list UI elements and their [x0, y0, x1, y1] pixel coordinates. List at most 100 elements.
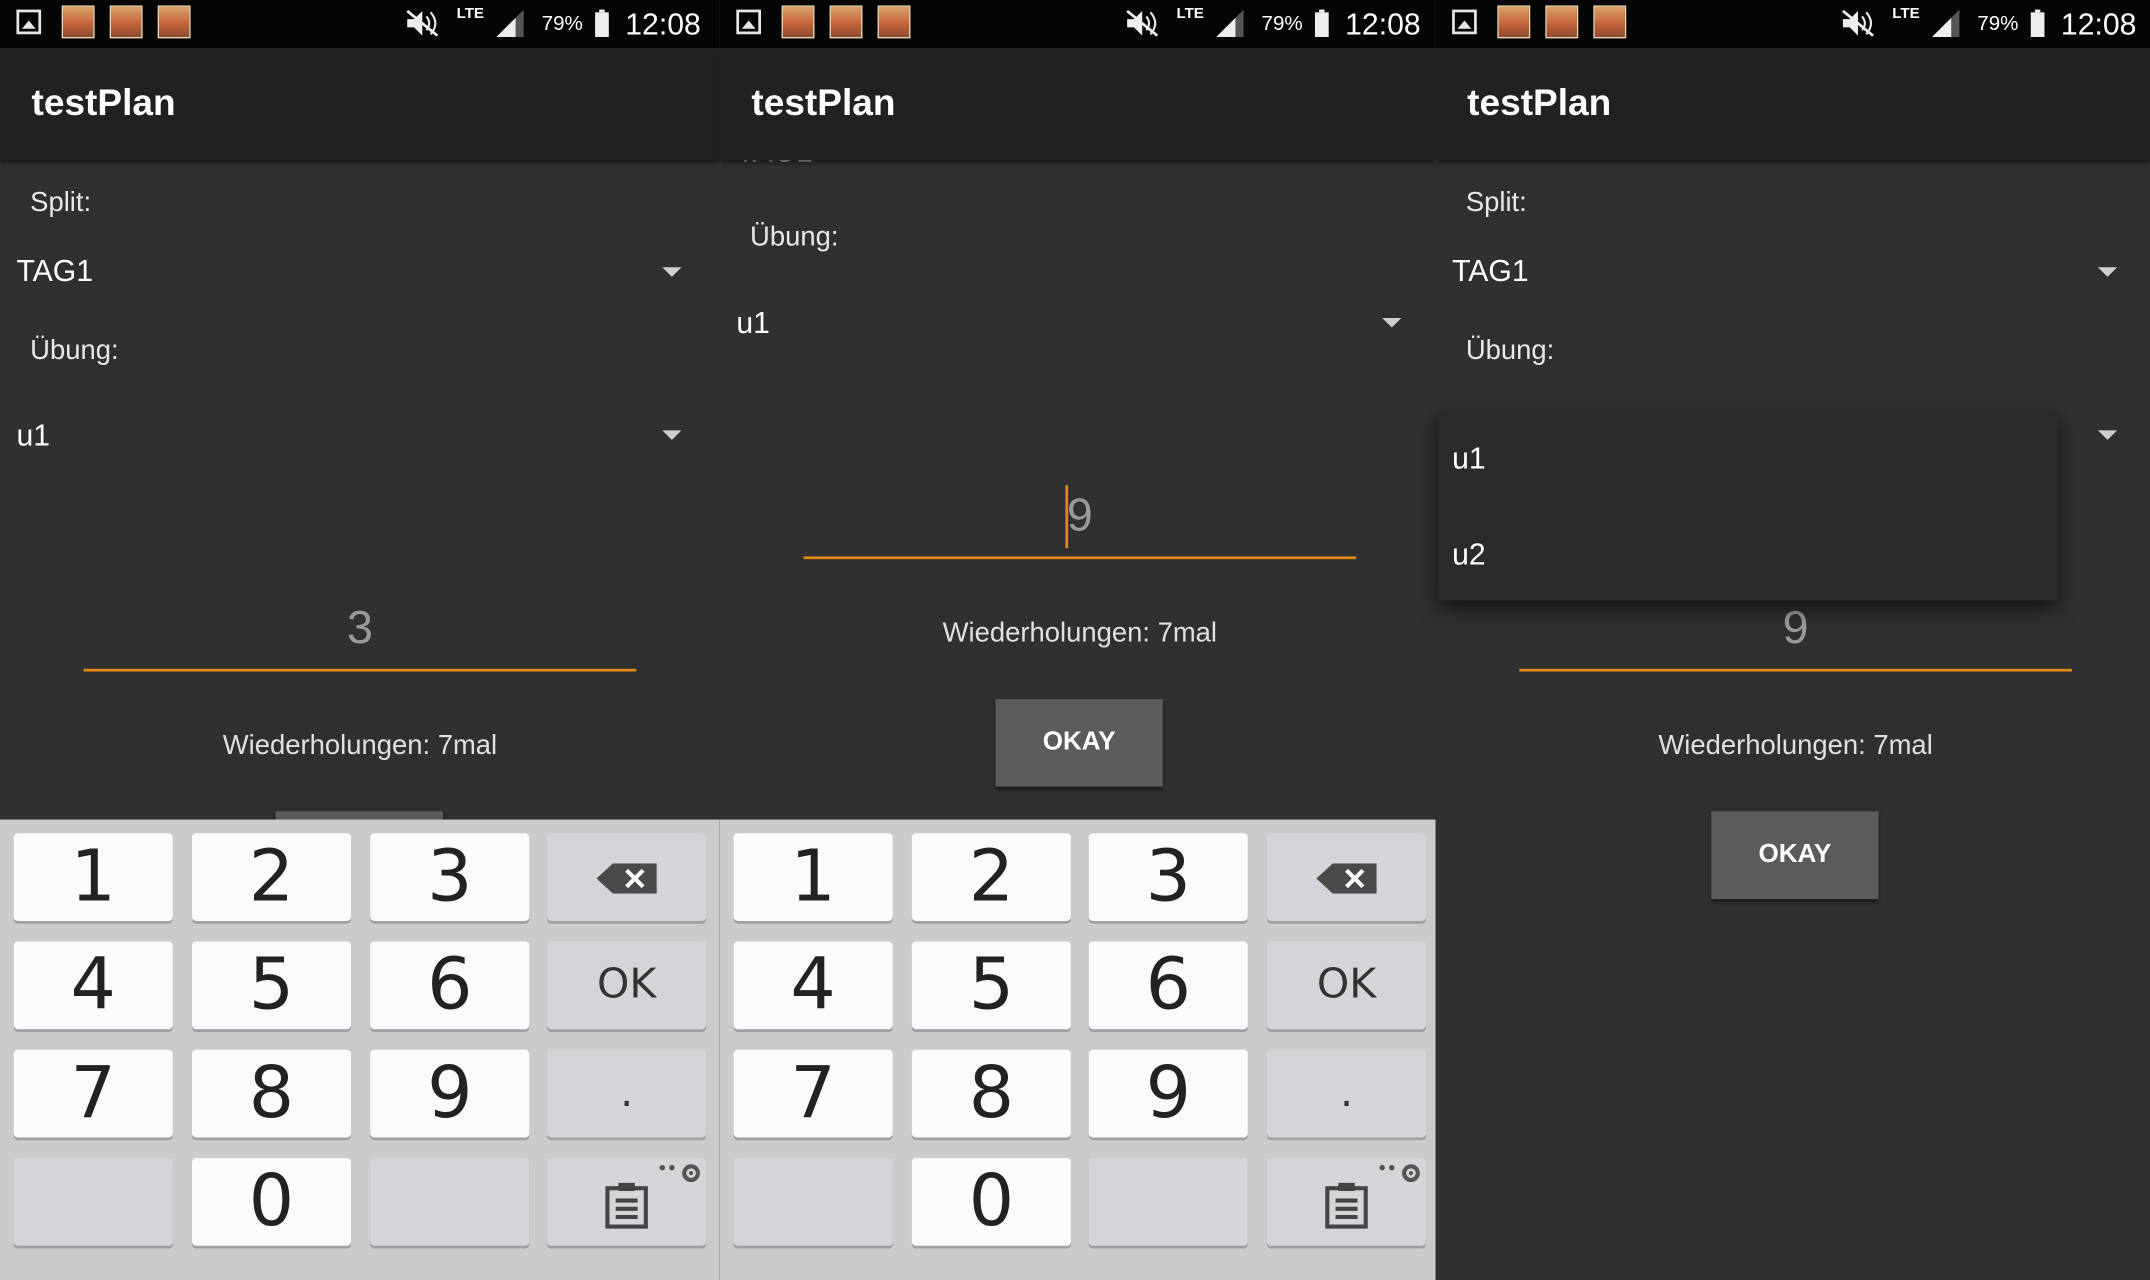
status-bar: LTE 79% 12:08 — [1435, 0, 2150, 48]
split-dropdown-arrow-icon[interactable] — [662, 267, 682, 277]
clipboard-key[interactable] — [547, 1158, 707, 1246]
key-4[interactable]: 4 — [13, 941, 173, 1030]
app-title: testPlan — [1467, 82, 1612, 124]
ok-key[interactable]: OK — [547, 941, 707, 1030]
clipboard-icon — [605, 1182, 648, 1229]
blank-key[interactable] — [370, 1158, 530, 1246]
key-5[interactable]: 5 — [191, 941, 352, 1030]
gallery-notification-icon — [1452, 9, 1477, 35]
battery-icon — [1314, 9, 1329, 38]
app-notification-icon — [1593, 5, 1627, 39]
uebung-spinner[interactable]: u1 — [16, 418, 50, 454]
repetitions-text: Wiederholungen: 7mal — [942, 618, 1218, 649]
repetitions-text: Wiederholungen: 7mal — [1658, 730, 1933, 761]
gallery-notification-icon — [736, 9, 762, 35]
key-1[interactable]: 1 — [13, 833, 173, 921]
network-type: LTE — [456, 5, 484, 22]
app-bar: testPlan — [1435, 47, 2150, 161]
split-dropdown-arrow-icon[interactable] — [2097, 267, 2118, 277]
uebung-label: Übung: — [750, 222, 839, 253]
ok-key[interactable]: OK — [1266, 941, 1427, 1030]
okay-button[interactable]: OKAY — [995, 698, 1163, 787]
numeric-keyboard: 1 2 3 4 5 6 OK 7 8 9 . 0 — [0, 819, 720, 1280]
numeric-keyboard: 1 2 3 4 5 6 OK 7 8 9 . 0 — [719, 819, 1436, 1280]
uebung-dropdown-list: u1 u2 — [1438, 411, 2059, 601]
blank-key[interactable] — [1088, 1158, 1248, 1246]
clock: 12:08 — [625, 6, 701, 42]
signal-icon — [496, 9, 524, 38]
key-4[interactable]: 4 — [733, 941, 893, 1030]
key-8[interactable]: 8 — [191, 1049, 352, 1138]
blank-key[interactable] — [733, 1158, 893, 1246]
battery-icon — [595, 9, 609, 38]
key-3[interactable]: 3 — [1088, 833, 1248, 921]
status-bar: LTE 79% 12:08 — [0, 0, 720, 48]
network-type: LTE — [1176, 5, 1204, 22]
decimal-key[interactable]: . — [547, 1049, 707, 1138]
clipboard-key[interactable] — [1266, 1158, 1427, 1246]
clipboard-icon — [1325, 1182, 1368, 1229]
mute-icon — [406, 9, 439, 37]
text-cursor — [1065, 485, 1069, 549]
key-7[interactable]: 7 — [733, 1049, 893, 1138]
key-9[interactable]: 9 — [370, 1049, 530, 1138]
app-notification-icon — [877, 5, 911, 39]
settings-gear-icon — [1379, 1164, 1420, 1183]
uebung-label: Übung: — [1465, 335, 1555, 366]
key-6[interactable]: 6 — [1088, 941, 1248, 1030]
app-title: testPlan — [31, 82, 176, 124]
app-bar: testPlan — [719, 47, 1436, 161]
battery-percent: 79% — [1261, 12, 1303, 36]
blank-key[interactable] — [13, 1158, 173, 1246]
okay-button[interactable]: OKAY — [1711, 811, 1879, 900]
split-spinner[interactable]: TAG1 — [16, 254, 93, 290]
key-2[interactable]: 2 — [911, 833, 1071, 921]
app-notification-icon — [829, 5, 863, 39]
battery-percent: 79% — [541, 12, 583, 36]
app-bar: testPlan — [0, 47, 720, 161]
screen-left: LTE 79% 12:08 testPlan Split: TAG1 Übung… — [0, 0, 720, 1280]
repetitions-text: Wiederholungen: 7mal — [222, 730, 498, 761]
backspace-key[interactable] — [1266, 833, 1427, 921]
app-notification-icon — [61, 5, 95, 39]
battery-percent: 79% — [1977, 12, 2019, 36]
uebung-label: Übung: — [30, 335, 119, 366]
clock: 12:08 — [2060, 6, 2137, 42]
key-7[interactable]: 7 — [13, 1049, 173, 1138]
uebung-dropdown-arrow-icon[interactable] — [2097, 430, 2118, 440]
key-2[interactable]: 2 — [191, 833, 352, 921]
backspace-icon — [1316, 863, 1377, 894]
dropdown-option-u2[interactable]: u2 — [1452, 537, 1486, 573]
signal-icon — [1932, 9, 1960, 38]
repetitions-input[interactable]: 3 — [83, 587, 637, 672]
key-6[interactable]: 6 — [370, 941, 530, 1030]
repetitions-input-focused[interactable]: 9 — [803, 474, 1357, 560]
split-spinner[interactable]: TAG1 — [1452, 254, 1529, 290]
uebung-dropdown-arrow-icon[interactable] — [1382, 317, 1402, 328]
key-8[interactable]: 8 — [911, 1049, 1071, 1138]
settings-gear-icon — [659, 1164, 700, 1183]
screen-right: LTE 79% 12:08 testPlan Split: TAG1 Übung… — [1435, 0, 2150, 1280]
app-notification-icon — [157, 5, 191, 39]
signal-icon — [1216, 9, 1244, 38]
key-0[interactable]: 0 — [191, 1158, 352, 1246]
app-notification-icon — [1545, 5, 1579, 39]
split-label: Split: — [1465, 187, 1527, 218]
mute-icon — [1126, 9, 1159, 37]
key-5[interactable]: 5 — [911, 941, 1071, 1030]
decimal-key[interactable]: . — [1266, 1049, 1427, 1138]
backspace-icon — [596, 863, 657, 894]
app-notification-icon — [109, 5, 143, 39]
gallery-notification-icon — [16, 9, 42, 35]
dropdown-option-u1[interactable]: u1 — [1452, 441, 1486, 477]
uebung-spinner[interactable]: u1 — [736, 306, 770, 342]
uebung-dropdown-arrow-icon[interactable] — [662, 430, 682, 440]
key-3[interactable]: 3 — [370, 833, 530, 921]
app-notification-icon — [1497, 5, 1531, 39]
split-label: Split: — [30, 187, 92, 218]
backspace-key[interactable] — [547, 833, 707, 921]
key-9[interactable]: 9 — [1088, 1049, 1248, 1138]
key-0[interactable]: 0 — [911, 1158, 1071, 1246]
key-1[interactable]: 1 — [733, 833, 893, 921]
status-bar: LTE 79% 12:08 — [719, 0, 1436, 48]
